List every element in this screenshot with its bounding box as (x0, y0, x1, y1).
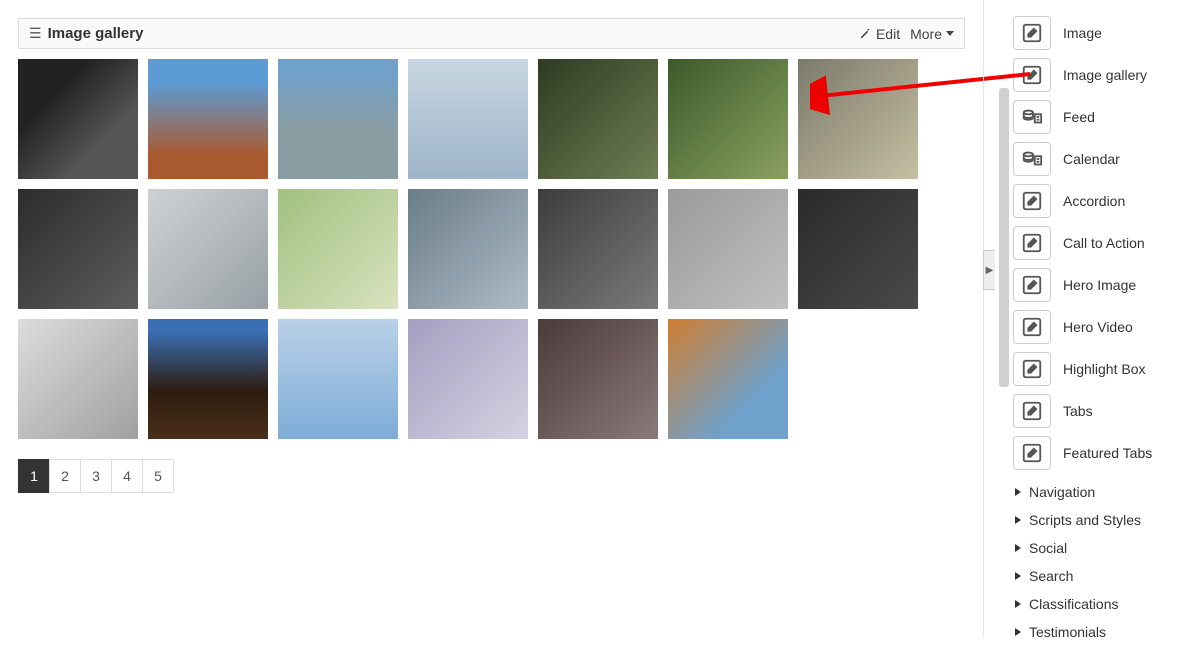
widget-item-image-gallery[interactable]: Image gallery (1013, 54, 1178, 96)
category-social[interactable]: Social (1013, 534, 1178, 562)
caret-right-icon (1015, 516, 1021, 524)
edit-square-icon (1013, 58, 1051, 92)
widget-item-hero-image[interactable]: Hero Image (1013, 264, 1178, 306)
category-testimonials[interactable]: Testimonials (1013, 618, 1178, 646)
caret-right-icon (1015, 572, 1021, 580)
gallery-thumbnail[interactable] (668, 59, 788, 179)
widget-item-featured-tabs[interactable]: Featured Tabs (1013, 432, 1178, 474)
category-label: Social (1029, 540, 1067, 556)
widget-item-image[interactable]: Image (1013, 12, 1178, 54)
widget-label: Image gallery (1063, 67, 1147, 83)
widget-label: Tabs (1063, 403, 1093, 419)
page-button[interactable]: 3 (80, 459, 112, 493)
gallery-thumbnail[interactable] (668, 319, 788, 439)
widget-item-feed[interactable]: Feed (1013, 96, 1178, 138)
more-label: More (910, 26, 942, 42)
gallery-thumbnail[interactable] (148, 189, 268, 309)
gallery-thumbnail[interactable] (408, 189, 528, 309)
widget-item-highlight-box[interactable]: Highlight Box (1013, 348, 1178, 390)
gallery-thumbnail[interactable] (148, 319, 268, 439)
edit-square-icon (1013, 226, 1051, 260)
page-button[interactable]: 4 (111, 459, 143, 493)
gallery-thumbnail[interactable] (18, 319, 138, 439)
edit-label: Edit (876, 26, 900, 42)
gallery-thumbnail[interactable] (798, 189, 918, 309)
caret-right-icon (1015, 628, 1021, 636)
gallery-thumbnail[interactable] (18, 59, 138, 179)
scrollbar[interactable] (999, 88, 1009, 387)
gallery-thumbnail[interactable] (798, 59, 918, 179)
caret-right-icon (1015, 600, 1021, 608)
widget-label: Accordion (1063, 193, 1125, 209)
edit-square-icon (1013, 184, 1051, 218)
image-gallery-grid (18, 59, 965, 439)
caret-right-icon (1015, 488, 1021, 496)
gallery-thumbnail[interactable] (538, 59, 658, 179)
gallery-thumbnail[interactable] (408, 59, 528, 179)
widget-label: Calendar (1063, 151, 1120, 167)
category-label: Search (1029, 568, 1073, 584)
gallery-thumbnail[interactable] (278, 319, 398, 439)
widget-item-tabs[interactable]: Tabs (1013, 390, 1178, 432)
gallery-thumbnail[interactable] (538, 319, 658, 439)
widget-label: Featured Tabs (1063, 445, 1152, 461)
block-title: Image gallery (48, 25, 859, 42)
pagination: 12345 (18, 459, 965, 493)
page-button[interactable]: 2 (49, 459, 81, 493)
gallery-thumbnail[interactable] (538, 189, 658, 309)
category-label: Testimonials (1029, 624, 1106, 640)
database-icon (1013, 142, 1051, 176)
edit-square-icon (1013, 16, 1051, 50)
edit-square-icon (1013, 352, 1051, 386)
caret-right-icon (1015, 544, 1021, 552)
widget-label: Feed (1063, 109, 1095, 125)
panel-divider: ▶ (983, 0, 1009, 637)
widget-list: Image Image gallery Feed Calendar Accordion C… (1013, 12, 1178, 474)
widget-sidebar: Image Image gallery Feed Calendar Accordion C… (1009, 0, 1184, 637)
widget-label: Call to Action (1063, 235, 1145, 251)
gallery-thumbnail[interactable] (18, 189, 138, 309)
widget-item-calendar[interactable]: Calendar (1013, 138, 1178, 180)
edit-square-icon (1013, 394, 1051, 428)
page-button[interactable]: 1 (18, 459, 50, 493)
edit-button[interactable]: Edit (859, 26, 900, 42)
category-search[interactable]: Search (1013, 562, 1178, 590)
gallery-thumbnail[interactable] (278, 189, 398, 309)
category-classifications[interactable]: Classifications (1013, 590, 1178, 618)
widget-label: Highlight Box (1063, 361, 1146, 377)
gallery-thumbnail[interactable] (278, 59, 398, 179)
widget-label: Hero Video (1063, 319, 1133, 335)
widget-item-hero-video[interactable]: Hero Video (1013, 306, 1178, 348)
widget-item-accordion[interactable]: Accordion (1013, 180, 1178, 222)
collapse-panel-button[interactable]: ▶ (983, 250, 995, 290)
category-scripts-and-styles[interactable]: Scripts and Styles (1013, 506, 1178, 534)
drag-handle-icon[interactable]: ☰ (29, 25, 42, 42)
block-header: ☰ Image gallery Edit More (18, 18, 965, 49)
gallery-thumbnail[interactable] (408, 319, 528, 439)
category-label: Navigation (1029, 484, 1095, 500)
widget-label: Image (1063, 25, 1102, 41)
gallery-thumbnail[interactable] (148, 59, 268, 179)
database-icon (1013, 100, 1051, 134)
edit-square-icon (1013, 436, 1051, 470)
caret-down-icon (946, 31, 954, 36)
pencil-icon (859, 27, 872, 40)
widget-label: Hero Image (1063, 277, 1136, 293)
edit-square-icon (1013, 310, 1051, 344)
edit-square-icon (1013, 268, 1051, 302)
gallery-thumbnail[interactable] (668, 189, 788, 309)
widget-item-call-to-action[interactable]: Call to Action (1013, 222, 1178, 264)
category-navigation[interactable]: Navigation (1013, 478, 1178, 506)
more-dropdown[interactable]: More (910, 26, 954, 42)
category-label: Scripts and Styles (1029, 512, 1141, 528)
category-label: Classifications (1029, 596, 1118, 612)
category-list: Navigation Scripts and Styles Social Search… (1013, 478, 1178, 646)
page-button[interactable]: 5 (142, 459, 174, 493)
